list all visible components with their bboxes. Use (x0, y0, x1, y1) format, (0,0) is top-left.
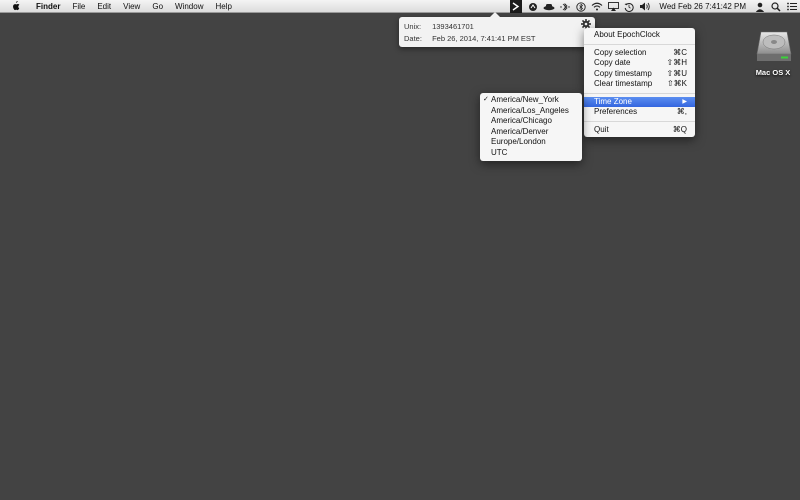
tz-label: America/Denver (491, 126, 549, 136)
menu-item-label: Copy date (594, 58, 631, 67)
menu-item-copy-date[interactable]: Copy date ⇧⌘H (584, 58, 695, 69)
search-icon[interactable] (768, 0, 784, 13)
tz-item-europe-london[interactable]: Europe/London (480, 137, 582, 148)
timezone-submenu: ✓ America/New_York America/Los_Angeles A… (480, 93, 582, 161)
date-value[interactable]: Feb 26, 2014, 7:41:41 PM EST (432, 34, 535, 43)
epochclock-icon[interactable] (510, 0, 523, 13)
menu-item-label: Quit (594, 124, 609, 134)
epochclock-popover: Unix: 1393461701 Date: Feb 26, 2014, 7:4… (399, 12, 595, 47)
user-icon[interactable] (752, 0, 768, 13)
menu-item-label: Time Zone (594, 96, 632, 106)
menu-window[interactable]: Window (169, 0, 209, 13)
unix-label: Unix: (404, 22, 422, 31)
gear-dropdown-menu: About EpochClock Copy selection ⌘C Copy … (584, 28, 695, 137)
menu-separator (584, 120, 695, 122)
menu-item-label: Clear timestamp (594, 79, 653, 88)
menu-separator (584, 92, 695, 94)
tz-item-america-chicago[interactable]: America/Chicago (480, 116, 582, 127)
time-machine-icon[interactable] (621, 0, 637, 13)
tz-item-america-new-york[interactable]: ✓ America/New_York (480, 95, 582, 106)
shortcut-label: ⌘C (673, 47, 687, 57)
shortcut-label: ⇧⌘U (666, 68, 687, 78)
menu-item-label: Copy timestamp (594, 68, 652, 78)
tz-label: Europe/London (491, 137, 546, 146)
shortcut-label: ⇧⌘K (666, 79, 687, 88)
shortcut-label: ⌘, (676, 107, 687, 116)
date-row: Date: Feb 26, 2014, 7:41:41 PM EST (404, 34, 536, 43)
menu-item-label: Copy selection (594, 47, 647, 57)
menu-item-time-zone[interactable]: Time Zone ▶ (584, 96, 695, 107)
menu-item-label: About EpochClock (594, 30, 660, 39)
date-label: Date: (404, 34, 422, 43)
hat-icon[interactable] (541, 0, 557, 13)
menu-item-copy-timestamp[interactable]: Copy timestamp ⇧⌘U (584, 69, 695, 80)
tz-label: America/New_York (491, 95, 559, 104)
hard-disk-icon[interactable] (755, 28, 793, 64)
tz-label: America/Chicago (491, 116, 552, 125)
submenu-arrow-icon: ▶ (682, 98, 687, 105)
menu-item-copy-selection[interactable]: Copy selection ⌘C (584, 48, 695, 59)
menubar-clock[interactable]: Wed Feb 26 7:41:42 PM (653, 2, 752, 11)
unix-row: Unix: 1393461701 (404, 22, 474, 31)
menu-item-label: Preferences (594, 107, 638, 116)
tz-label: America/Los_Angeles (491, 105, 569, 115)
volume-icon[interactable] (637, 0, 653, 13)
tz-label: UTC (491, 147, 508, 157)
menu-edit[interactable]: Edit (91, 0, 117, 13)
unix-value[interactable]: 1393461701 (432, 22, 474, 31)
tz-item-america-los-angeles[interactable]: America/Los_Angeles (480, 106, 582, 117)
shortcut-label: ⌘Q (672, 124, 687, 134)
bluetooth-icon[interactable] (573, 0, 589, 13)
tz-item-utc[interactable]: UTC (480, 148, 582, 159)
list-icon[interactable] (784, 0, 800, 13)
menu-item-about[interactable]: About EpochClock (584, 30, 695, 41)
disk-label[interactable]: Mac OS X (748, 68, 798, 77)
checkmark-icon: ✓ (483, 96, 489, 103)
menu-view[interactable]: View (117, 0, 146, 13)
airplay-icon[interactable] (605, 0, 621, 13)
wifi-icon[interactable] (589, 0, 605, 13)
tz-item-america-denver[interactable]: America/Denver (480, 127, 582, 138)
menu-separator (584, 43, 695, 45)
menu-item-preferences[interactable]: Preferences ⌘, (584, 107, 695, 118)
menu-file[interactable]: File (66, 0, 91, 13)
menu-help[interactable]: Help (209, 0, 237, 13)
cloud-icon[interactable] (525, 0, 541, 13)
shortcut-label: ⇧⌘H (666, 58, 687, 67)
menu-item-clear-timestamp[interactable]: Clear timestamp ⇧⌘K (584, 79, 695, 90)
bluetooth-dots-icon[interactable] (557, 0, 573, 13)
apple-icon[interactable] (11, 1, 20, 11)
app-menu-finder[interactable]: Finder (30, 0, 66, 13)
menu-go[interactable]: Go (146, 0, 169, 13)
menu-item-quit[interactable]: Quit ⌘Q (584, 125, 695, 136)
menu-bar: Finder File Edit View Go Window Help Wed… (0, 0, 800, 13)
